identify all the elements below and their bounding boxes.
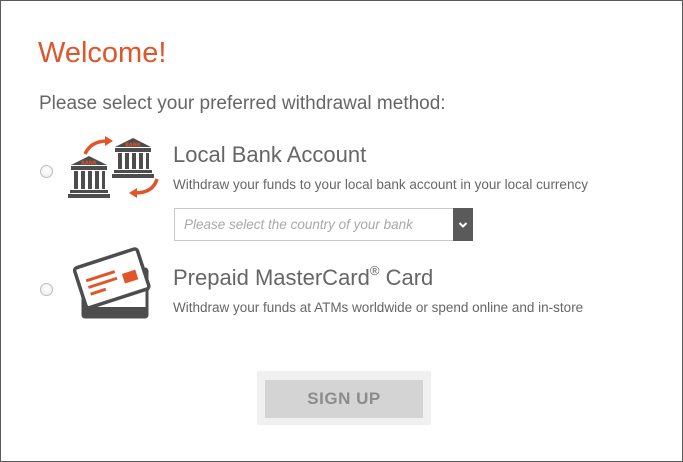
prepaid-card-icon: [72, 245, 157, 323]
bank-icon-label-left: BANK: [81, 161, 98, 167]
prepaid-card-title-suffix: Card: [379, 265, 434, 290]
prepaid-card-title-main: Prepaid MasterCard: [173, 265, 370, 290]
prepaid-card-title: Prepaid MasterCard® Card: [173, 263, 434, 291]
bank-icon-label-right: BANK: [125, 143, 142, 149]
registered-mark: ®: [369, 263, 380, 278]
local-bank-title: Local Bank Account: [173, 142, 367, 167]
signup-button-container: SIGN UP: [257, 371, 431, 425]
page-subtitle: Please select your preferred withdrawal …: [39, 93, 446, 114]
signup-button[interactable]: SIGN UP: [265, 380, 423, 418]
local-bank-description: Withdraw your funds to your local bank a…: [173, 177, 588, 192]
prepaid-card-description: Withdraw your funds at ATMs worldwide or…: [173, 300, 584, 315]
chevron-down-icon[interactable]: [453, 208, 473, 241]
page-title: Welcome!: [38, 37, 167, 69]
bank-transfer-icon: BANK BANK: [65, 135, 161, 201]
withdrawal-panel: Welcome! Please select your preferred wi…: [0, 0, 683, 462]
local-bank-radio[interactable]: [40, 165, 53, 178]
prepaid-card-radio[interactable]: [40, 283, 53, 296]
bank-country-placeholder: Please select the country of your bank: [184, 217, 413, 232]
bank-country-select[interactable]: Please select the country of your bank: [174, 208, 473, 241]
